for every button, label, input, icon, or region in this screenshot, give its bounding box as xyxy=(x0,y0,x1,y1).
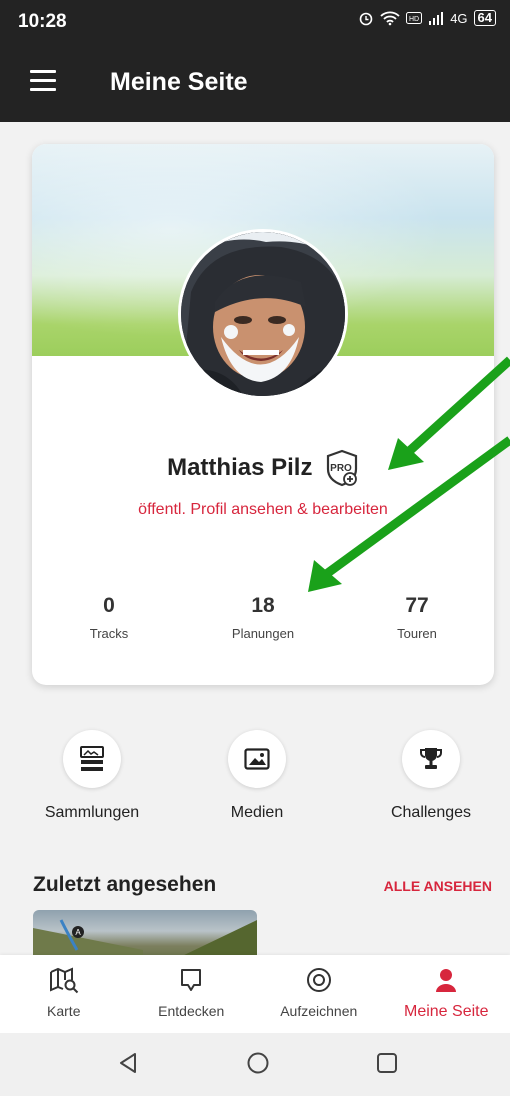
home-icon[interactable] xyxy=(246,1051,270,1075)
quick-action-medien[interactable]: Medien xyxy=(177,730,337,822)
quick-action-sammlungen[interactable]: Sammlungen xyxy=(12,730,172,822)
wifi-icon xyxy=(380,11,400,26)
status-bar: 10:28 HD 4G 64 xyxy=(0,0,510,42)
trophy-icon xyxy=(402,730,460,788)
nav-label: Entdecken xyxy=(158,1003,225,1019)
menu-icon[interactable] xyxy=(30,70,56,92)
section-title-recent: Zuletzt angesehen xyxy=(33,873,217,896)
pro-badge-icon: PRO xyxy=(326,449,358,487)
collections-icon xyxy=(63,730,121,788)
nav-item-aufzeichnen[interactable]: Aufzeichnen xyxy=(255,955,383,1033)
nav-item-karte[interactable]: Karte xyxy=(0,955,128,1033)
stat-value: 0 xyxy=(103,594,115,617)
app-bar: Meine Seite xyxy=(0,42,510,122)
avatar[interactable] xyxy=(178,229,348,399)
profile-card: Matthias Pilz PRO öffentl. Profil ansehe… xyxy=(32,144,494,685)
svg-text:HD: HD xyxy=(409,16,419,23)
record-icon xyxy=(255,965,383,995)
page-title: Meine Seite xyxy=(110,68,248,96)
status-icons: HD 4G 64 xyxy=(358,10,496,26)
recents-icon[interactable] xyxy=(376,1051,398,1075)
view-all-link[interactable]: ALLE ANSEHEN xyxy=(384,878,492,894)
quick-action-label: Medien xyxy=(230,804,284,821)
alarm-icon xyxy=(359,12,373,26)
stat-value: 77 xyxy=(405,594,429,617)
image-icon xyxy=(228,730,286,788)
stat-label: Planungen xyxy=(231,626,295,641)
signal-icon xyxy=(429,12,444,25)
discover-icon xyxy=(128,965,256,995)
back-icon[interactable] xyxy=(117,1051,139,1075)
nav-item-entdecken[interactable]: Entdecken xyxy=(128,955,256,1033)
bottom-navigation: Karte Entdecken Aufzeichnen Meine Seite xyxy=(0,955,510,1033)
network-type: 4G xyxy=(450,10,468,26)
avatar-photo xyxy=(181,232,345,396)
stat-value: 18 xyxy=(251,594,275,617)
person-icon xyxy=(383,965,510,995)
stat-planungen[interactable]: 18 Planungen xyxy=(186,594,340,641)
stat-tracks[interactable]: 0 Tracks xyxy=(32,594,186,641)
svg-text:A: A xyxy=(75,928,81,937)
quick-action-label: Challenges xyxy=(390,804,472,821)
nav-label: Meine Seite xyxy=(404,1003,489,1020)
system-navigation xyxy=(0,1033,510,1096)
hd-icon: HD xyxy=(406,12,423,24)
battery-icon: 64 xyxy=(473,10,496,26)
nav-label: Karte xyxy=(47,1003,81,1019)
public-profile-link[interactable]: öffentl. Profil ansehen & bearbeiten xyxy=(32,501,494,519)
quick-action-label: Sammlungen xyxy=(44,804,140,821)
nav-item-meine-seite[interactable]: Meine Seite xyxy=(383,955,510,1033)
map-search-icon xyxy=(0,965,128,995)
stat-label: Tracks xyxy=(89,626,129,641)
nav-label: Aufzeichnen xyxy=(280,1003,358,1019)
name-row: Matthias Pilz PRO xyxy=(32,449,494,487)
status-time: 10:28 xyxy=(18,11,67,32)
profile-stats: 0 Tracks 18 Planungen 77 Touren xyxy=(32,594,494,641)
user-name: Matthias Pilz xyxy=(167,454,313,481)
stat-label: Touren xyxy=(397,626,437,641)
quick-action-challenges[interactable]: Challenges xyxy=(351,730,510,822)
stat-touren[interactable]: 77 Touren xyxy=(340,594,494,641)
